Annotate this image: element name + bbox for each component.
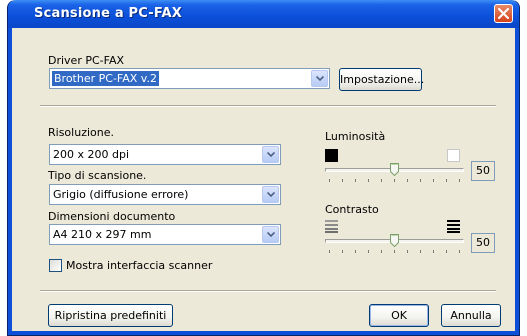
slider-tick [407,250,408,253]
resolution-value: 200 x 200 dpi [53,148,130,161]
scan-type-label: Tipo di scansione. [48,169,147,182]
slider-tick [394,250,395,253]
slider-tick [420,179,421,182]
scan-type-dropdown-button[interactable] [262,186,279,203]
title-bar[interactable]: Scansione a PC-FAX [8,0,519,28]
dark-swatch-icon [325,149,338,162]
scan-type-value: Grigio (diffusione errore) [53,188,189,201]
driver-dropdown-button[interactable] [311,70,328,87]
contrast-ticks [325,250,464,254]
cancel-button[interactable]: Annulla [441,304,501,327]
slider-tick [433,250,434,253]
document-size-dropdown-button[interactable] [262,226,279,243]
slider-tick [329,179,330,182]
slider-tick [368,179,369,182]
slider-tick [420,250,421,253]
slider-tick [329,250,330,253]
slider-tick [342,250,343,253]
setup-button[interactable]: Impostazione... [339,68,424,91]
high-contrast-icon [447,220,460,233]
contrast-value: 50 [471,233,495,253]
dialog-body: Driver PC-FAX Brother PC-FAX v.2 Imposta… [12,28,515,332]
chevron-down-icon [267,232,275,237]
driver-label: Driver PC-FAX [48,54,125,67]
brightness-slider-thumb[interactable] [390,163,399,176]
slider-tick [368,250,369,253]
scan-type-select[interactable]: Grigio (diffusione errore) [49,184,281,205]
brightness-label: Luminosità [325,130,386,143]
document-size-label: Dimensioni documento [48,210,176,223]
brightness-value: 50 [471,161,495,181]
slider-tick [355,179,356,182]
driver-value: Brother PC-FAX v.2 [52,71,159,86]
restore-defaults-button[interactable]: Ripristina predefiniti [48,304,173,327]
chevron-down-icon [267,152,275,157]
slider-tick [342,179,343,182]
dialog-window: Scansione a PC-FAX Driver PC-FAX Brother… [7,0,520,336]
light-swatch-icon [447,149,460,162]
window-bottom-border [8,331,519,335]
slider-tick [433,179,434,182]
slider-tick [446,179,447,182]
driver-select[interactable]: Brother PC-FAX v.2 [49,68,330,89]
show-scanner-interface-label[interactable]: Mostra interfaccia scanner [66,259,212,272]
slider-tick [446,250,447,253]
slider-tick [394,179,395,182]
slider-tick [355,250,356,253]
slider-tick [407,179,408,182]
chevron-down-icon [316,76,324,81]
document-size-value: A4 210 x 297 mm [53,228,152,241]
resolution-dropdown-button[interactable] [262,146,279,163]
low-contrast-icon [325,220,338,233]
slider-tick [459,179,460,182]
resolution-select[interactable]: 200 x 200 dpi [49,144,281,165]
chevron-down-icon [267,192,275,197]
slider-tick [459,250,460,253]
ok-button[interactable]: OK [369,304,429,327]
separator-top [40,105,496,107]
slider-tick [381,179,382,182]
close-button[interactable] [494,4,513,23]
contrast-slider-thumb[interactable] [390,234,399,247]
window-title: Scansione a PC-FAX [34,6,182,21]
resolution-label: Risoluzione. [48,126,114,139]
slider-tick [381,250,382,253]
close-icon [498,8,509,19]
document-size-select[interactable]: A4 210 x 297 mm [49,224,281,245]
brightness-ticks [325,179,464,183]
separator-bottom [40,290,496,292]
show-scanner-interface-checkbox[interactable] [49,259,62,272]
contrast-label: Contrasto [325,203,379,216]
